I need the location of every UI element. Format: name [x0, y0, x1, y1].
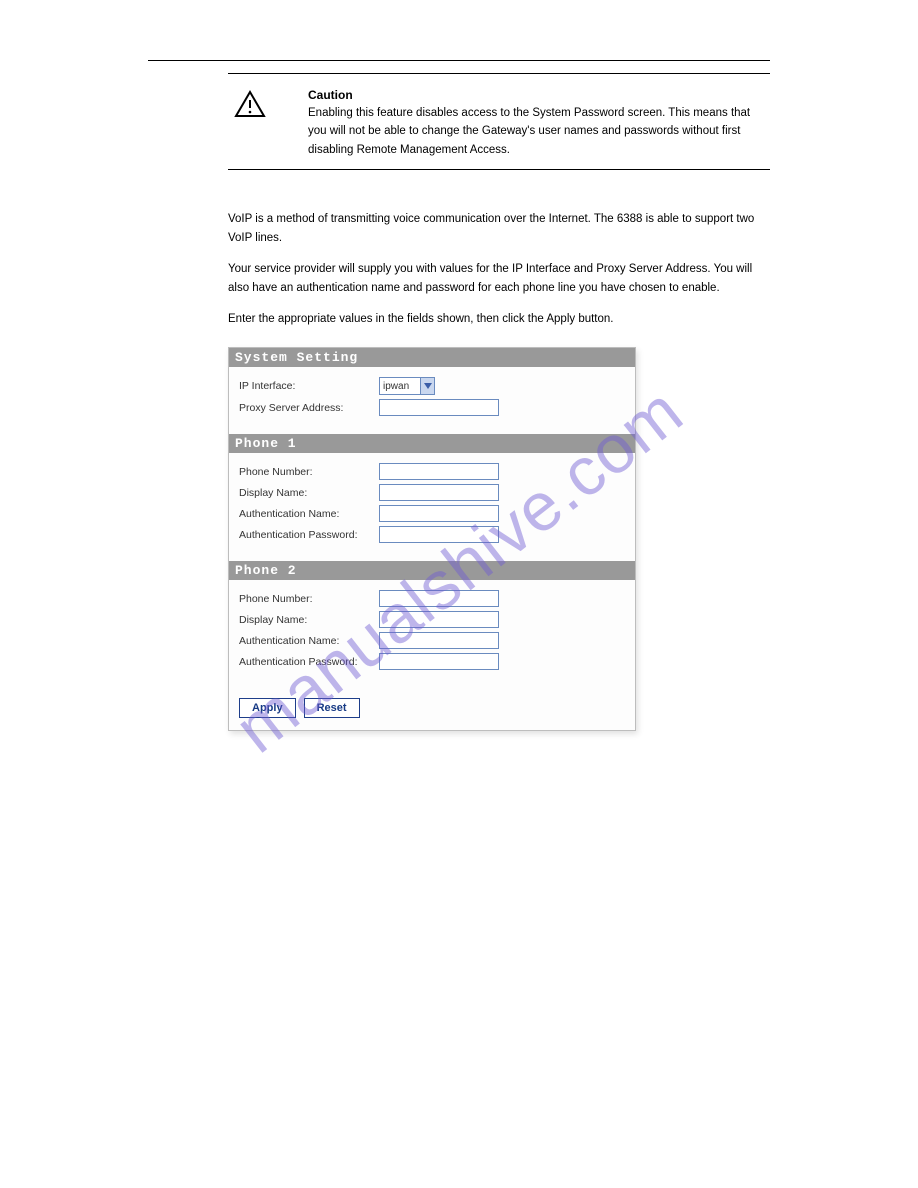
phone1-authpw-label: Authentication Password: [239, 529, 379, 541]
document-page: manualshive.com Caution Enabling this fe… [0, 0, 918, 1188]
phone2-authpw-row: Authentication Password: [239, 653, 625, 670]
proxy-server-input[interactable] [379, 399, 499, 416]
phone2-number-input[interactable] [379, 590, 499, 607]
settings-panel: System Setting IP Interface: ipwan Proxy… [228, 347, 636, 731]
phone1-display-row: Display Name: [239, 484, 625, 501]
phone2-display-label: Display Name: [239, 614, 379, 626]
phone2-header: Phone 2 [229, 561, 635, 580]
phone2-display-input[interactable] [379, 611, 499, 628]
proxy-server-row: Proxy Server Address: [239, 399, 625, 416]
phone2-authname-input[interactable] [379, 632, 499, 649]
apply-button[interactable]: Apply [239, 698, 296, 718]
reset-button[interactable]: Reset [304, 698, 360, 718]
caution-icon [234, 90, 266, 118]
phone2-number-label: Phone Number: [239, 593, 379, 605]
paragraph-2: Your service provider will supply you wi… [228, 260, 770, 298]
ip-interface-label: IP Interface: [239, 380, 379, 392]
phone1-number-label: Phone Number: [239, 466, 379, 478]
caution-body: Enabling this feature disables access to… [308, 104, 770, 159]
system-setting-header: System Setting [229, 348, 635, 367]
phone1-authname-row: Authentication Name: [239, 505, 625, 522]
top-divider [148, 60, 770, 61]
caution-block: Caution Enabling this feature disables a… [228, 73, 770, 170]
proxy-server-label: Proxy Server Address: [239, 402, 379, 414]
chevron-down-icon [420, 378, 434, 394]
phone1-authpw-input[interactable] [379, 526, 499, 543]
phone1-display-input[interactable] [379, 484, 499, 501]
caution-title: Caution [308, 88, 770, 102]
ip-interface-row: IP Interface: ipwan [239, 377, 625, 395]
phone1-authname-label: Authentication Name: [239, 508, 379, 520]
phone1-area: Phone Number: Display Name: Authenticati… [229, 453, 635, 561]
phone2-area: Phone Number: Display Name: Authenticati… [229, 580, 635, 688]
phone2-authname-row: Authentication Name: [239, 632, 625, 649]
phone1-header: Phone 1 [229, 434, 635, 453]
paragraph-1: VoIP is a method of transmitting voice c… [228, 210, 770, 248]
ip-interface-select[interactable]: ipwan [379, 377, 435, 395]
button-row: Apply Reset [229, 688, 635, 730]
system-setting-area: IP Interface: ipwan Proxy Server Address… [229, 367, 635, 434]
phone1-authpw-row: Authentication Password: [239, 526, 625, 543]
paragraph-3: Enter the appropriate values in the fiel… [228, 310, 770, 329]
ip-interface-value: ipwan [383, 381, 409, 392]
body-text: VoIP is a method of transmitting voice c… [228, 210, 770, 329]
phone1-display-label: Display Name: [239, 487, 379, 499]
phone1-number-row: Phone Number: [239, 463, 625, 480]
phone2-number-row: Phone Number: [239, 590, 625, 607]
phone2-display-row: Display Name: [239, 611, 625, 628]
phone1-number-input[interactable] [379, 463, 499, 480]
phone1-authname-input[interactable] [379, 505, 499, 522]
phone2-authpw-label: Authentication Password: [239, 656, 379, 668]
phone2-authname-label: Authentication Name: [239, 635, 379, 647]
phone2-authpw-input[interactable] [379, 653, 499, 670]
